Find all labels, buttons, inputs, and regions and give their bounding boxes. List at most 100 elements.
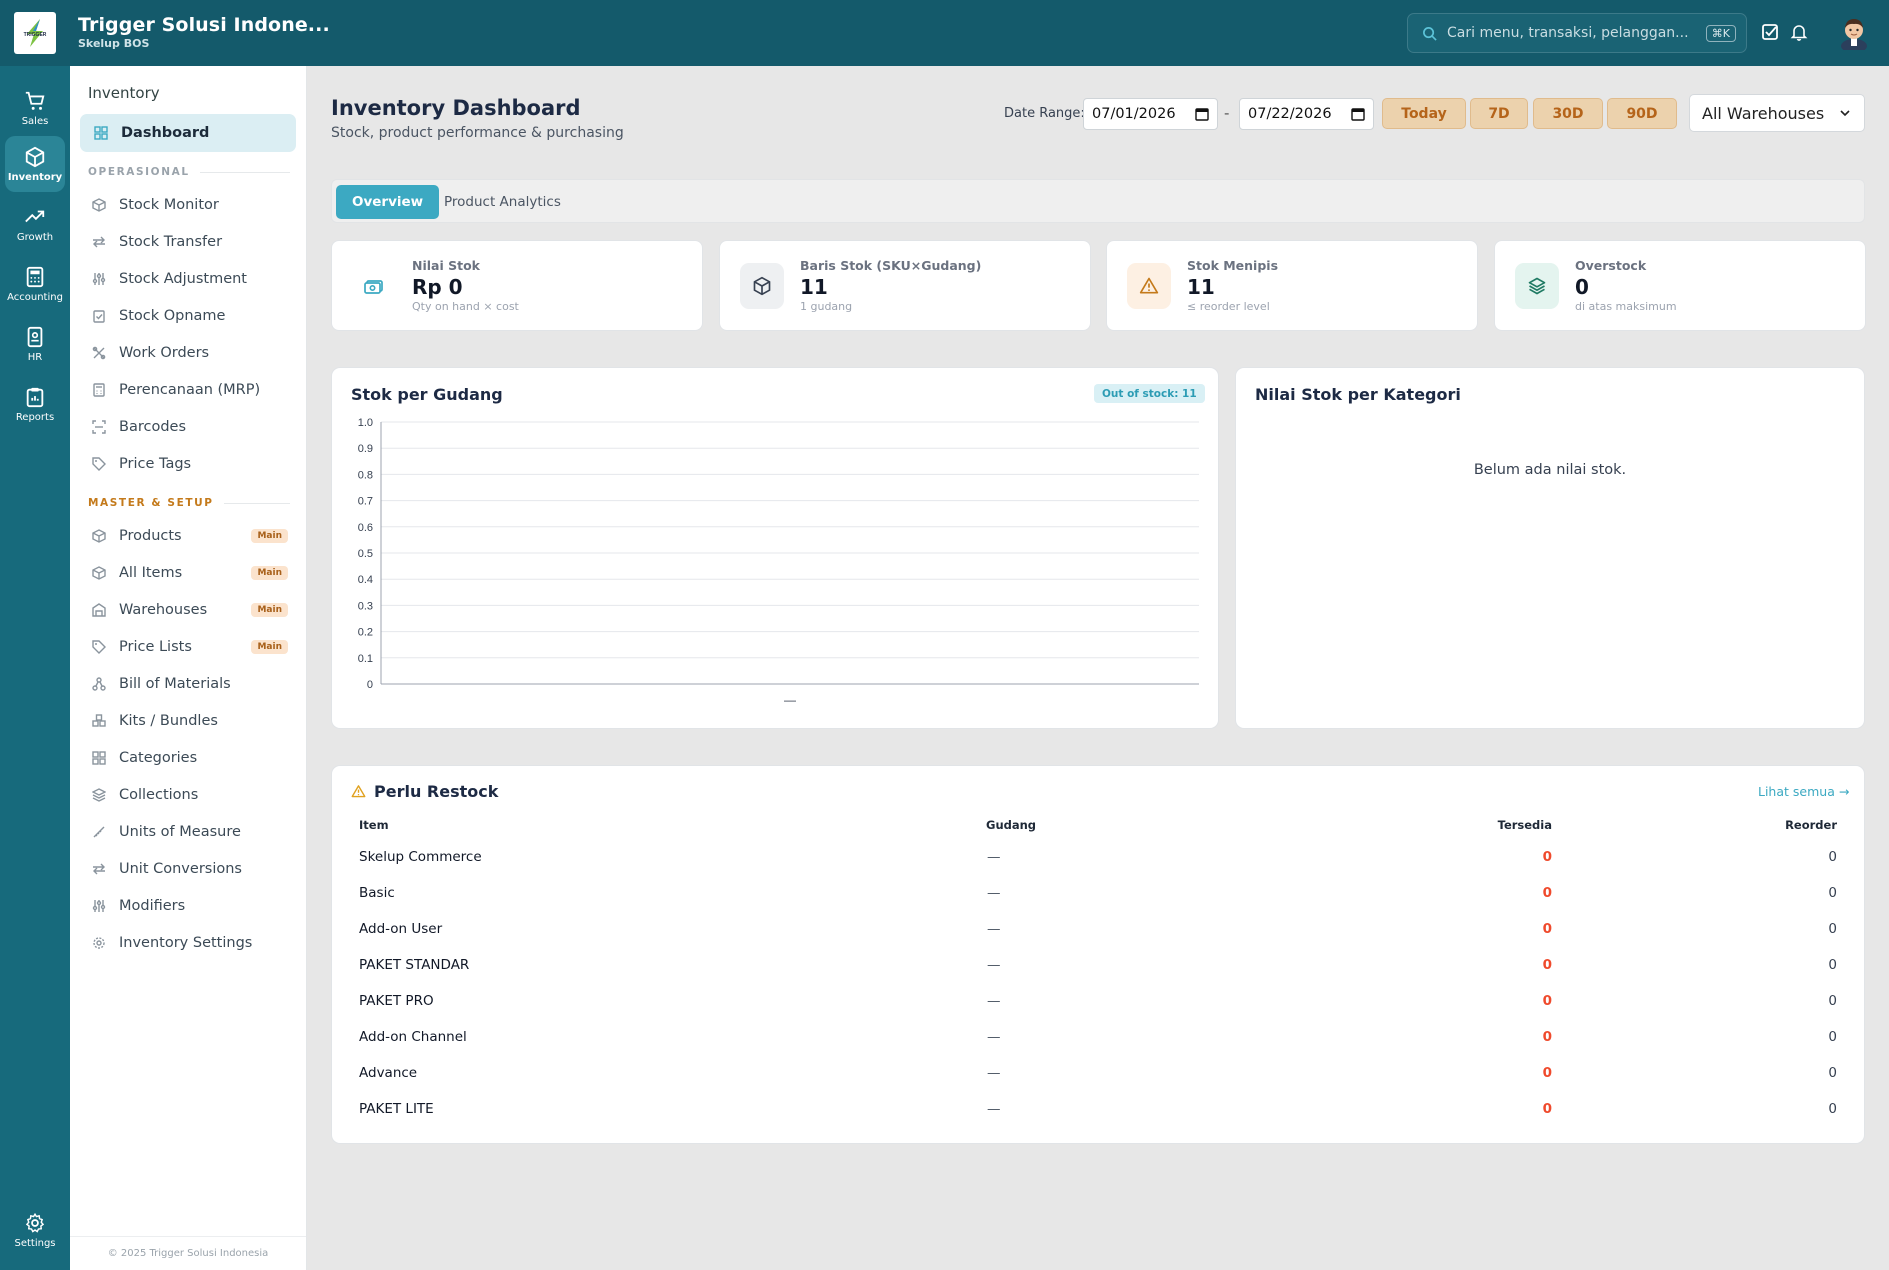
sidebar-item-inventory-settings[interactable]: Inventory Settings: [92, 930, 288, 956]
rail-item-inventory[interactable]: Inventory: [5, 136, 65, 192]
sidebar-item-icon: [92, 899, 106, 913]
box-icon: [92, 566, 106, 580]
search-icon: [1423, 26, 1437, 41]
cell-gudang: —: [987, 1065, 1001, 1081]
sidebar-item-modifiers[interactable]: Modifiers: [92, 893, 288, 919]
date-from-input[interactable]: 07/01/2026: [1083, 98, 1218, 130]
sidebar-item-stock-adjustment[interactable]: Stock Adjustment: [92, 266, 288, 292]
arrows-icon: [93, 236, 105, 248]
range-90d-button[interactable]: 90D: [1607, 98, 1677, 129]
tasks-icon[interactable]: [1760, 22, 1780, 42]
rail-label-reports: Reports: [15, 411, 55, 423]
sidebar-item-all-items[interactable]: All Items Main: [92, 560, 288, 586]
sliders-icon: [92, 900, 106, 912]
svg-text:TRIGGER: TRIGGER: [24, 32, 47, 38]
cell-reorder: 0: [1828, 1101, 1837, 1117]
date-to-input[interactable]: 07/22/2026: [1239, 98, 1374, 130]
date-range-label: Date Range:: [1004, 106, 1085, 121]
rail-item-accounting[interactable]: Accounting: [5, 256, 65, 312]
date-from-value: 07/01/2026: [1092, 106, 1176, 122]
sidebar-item-products[interactable]: Products Main: [92, 523, 288, 549]
sidebar-item-perencanaan-mrp[interactable]: Perencanaan (MRP): [92, 377, 288, 403]
category-card-title: Nilai Stok per Kategori: [1255, 385, 1461, 404]
calendar-icon[interactable]: [1195, 107, 1209, 121]
sidebar-item-barcodes[interactable]: Barcodes: [92, 414, 288, 440]
sliders-icon: [92, 273, 106, 285]
y-tick-label: 0.1: [358, 653, 373, 665]
clipboard-check-icon: [93, 310, 105, 323]
ruler-icon: [93, 826, 105, 838]
cell-reorder: 0: [1828, 885, 1837, 901]
rail-item-growth[interactable]: Growth: [5, 196, 65, 252]
sidebar-item-label: Unit Conversions: [119, 861, 242, 877]
boxes-icon: [92, 714, 106, 727]
sidebar-item-collections[interactable]: Collections: [92, 782, 288, 808]
out-of-stock-badge: Out of stock: 11: [1094, 384, 1205, 403]
tab-product-analytics[interactable]: Product Analytics: [428, 185, 577, 219]
range-today-button[interactable]: Today: [1382, 98, 1466, 129]
search-placeholder[interactable]: Cari menu, transaksi, pelanggan...: [1447, 25, 1706, 41]
sidebar-item-label: Stock Monitor: [119, 197, 219, 213]
y-tick-label: 0.5: [358, 548, 373, 560]
module-rail: Sales Inventory Growth Accounting HR Rep…: [0, 66, 70, 1270]
rail-item-reports[interactable]: Reports: [5, 376, 65, 432]
y-tick-label: 0.3: [358, 600, 373, 612]
cell-tersedia: 0: [1542, 993, 1552, 1009]
kpi-sub: 1 gudang: [800, 300, 853, 313]
sidebar-item-label: Categories: [119, 750, 198, 766]
rail-item-sales[interactable]: Sales: [5, 80, 65, 136]
sidebar-item-bill-of-materials[interactable]: Bill of Materials: [92, 671, 288, 697]
chart-title: Stok per Gudang: [351, 385, 503, 404]
section-operasional: OPERASIONAL: [88, 166, 290, 178]
sidebar-item-label: Units of Measure: [119, 824, 241, 840]
y-tick-label: 0.4: [358, 574, 373, 586]
rail-item-settings[interactable]: Settings: [5, 1202, 65, 1258]
cell-item: Advance: [359, 1065, 418, 1081]
main-badge: Main: [251, 640, 288, 654]
calendar-icon[interactable]: [1351, 107, 1365, 121]
cell-item: PAKET PRO: [359, 993, 434, 1009]
kpi-value: Rp 0: [412, 275, 463, 299]
sidebar-item-stock-transfer[interactable]: Stock Transfer: [92, 229, 288, 255]
rail-item-hr[interactable]: HR: [5, 316, 65, 372]
sidebar-title: Inventory: [88, 84, 160, 102]
kpi-sub: ≤ reorder level: [1187, 300, 1270, 313]
rail-label-settings: Settings: [14, 1237, 56, 1249]
tab-overview[interactable]: Overview: [336, 185, 440, 219]
user-avatar[interactable]: [1838, 16, 1870, 50]
id-badge-icon: [27, 326, 43, 347]
cell-item: PAKET LITE: [359, 1101, 434, 1117]
sidebar-item-label: Work Orders: [119, 345, 210, 361]
y-tick-label: 0.8: [358, 469, 373, 481]
range-7d-button[interactable]: 7D: [1470, 98, 1528, 129]
bell-icon[interactable]: [1789, 22, 1809, 42]
col-header-reorder: Reorder: [1785, 818, 1837, 832]
kpi-icon-wrap: [352, 263, 396, 309]
main-badge: Main: [251, 566, 288, 580]
rail-label-accounting: Accounting: [7, 291, 63, 303]
sidebar-item-stock-opname[interactable]: Stock Opname: [92, 303, 288, 329]
sidebar-item-stock-monitor[interactable]: Stock Monitor: [92, 192, 288, 218]
section-master-setup: MASTER & SETUP: [88, 497, 290, 509]
sidebar-item-warehouses[interactable]: Warehouses Main: [92, 597, 288, 623]
sidebar-item-unit-conversions[interactable]: Unit Conversions: [92, 856, 288, 882]
logo-mark-icon: TRIGGER: [24, 19, 47, 47]
cell-gudang: —: [987, 1101, 1001, 1117]
sidebar-item-dashboard[interactable]: Dashboard: [80, 114, 296, 152]
global-search[interactable]: Cari menu, transaksi, pelanggan... ⌘K: [1407, 13, 1747, 53]
sidebar-item-units-of-measure[interactable]: Units of Measure: [92, 819, 288, 845]
company-logo[interactable]: TRIGGER: [14, 12, 56, 54]
cell-item: Add-on Channel: [359, 1029, 467, 1045]
sidebar-item-icon: [92, 862, 106, 876]
col-header-tersedia: Tersedia: [1497, 818, 1552, 832]
view-all-link[interactable]: Lihat semua →: [1758, 784, 1849, 799]
sidebar-item-price-lists[interactable]: Price Lists Main: [92, 634, 288, 660]
cell-reorder: 0: [1828, 1065, 1837, 1081]
range-30d-button[interactable]: 30D: [1533, 98, 1603, 129]
kpi-icon-wrap: [1515, 263, 1559, 309]
sidebar-item-work-orders[interactable]: Work Orders: [92, 340, 288, 366]
warehouse-select[interactable]: All Warehouses: [1689, 94, 1865, 132]
sidebar-item-price-tags[interactable]: Price Tags: [92, 451, 288, 477]
sidebar-item-categories[interactable]: Categories: [92, 745, 288, 771]
sidebar-item-kits-bundles[interactable]: Kits / Bundles: [92, 708, 288, 734]
